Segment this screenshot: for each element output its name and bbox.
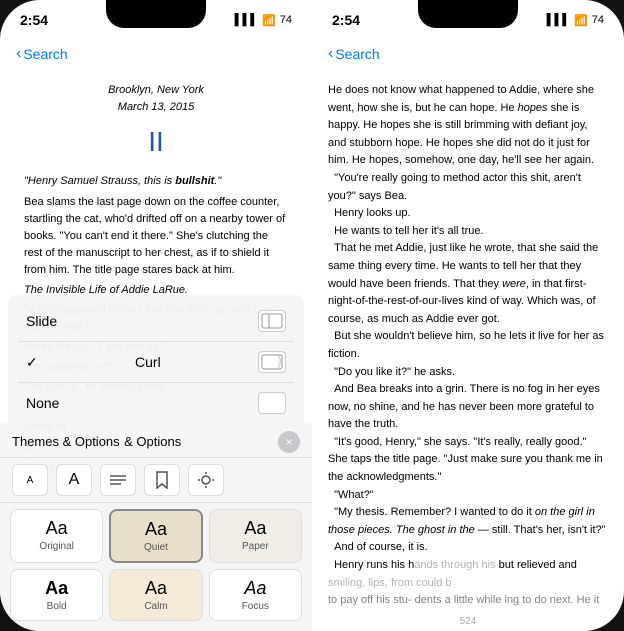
right-para-6: "Do you like it?" he asks. [328, 364, 608, 382]
theme-bold-sample: Aa [45, 578, 68, 599]
battery-right: 74 [592, 14, 604, 26]
themes-title: Themes & Options & Options [12, 433, 181, 451]
left-phone: 2:54 ▌▌▌ 📶 74 ‹ Search Brooklyn, New Yor… [0, 0, 312, 631]
back-chevron-right: ‹ [328, 45, 333, 63]
right-phone: 2:54 ▌▌▌ 📶 74 ‹ Search He does not know … [312, 0, 624, 631]
theme-bold[interactable]: Aa Bold [10, 569, 103, 621]
para-1: Bea slams the last page down on the coff… [24, 194, 288, 279]
back-label-right: Search [335, 46, 379, 62]
notch-right [418, 0, 518, 28]
right-para-0: He does not know what happened to Addie,… [328, 82, 608, 170]
theme-calm-sample: Aa [145, 578, 167, 599]
book-location: Brooklyn, New York [24, 82, 288, 99]
theme-quiet-label: Quiet [144, 542, 168, 553]
status-icons-right: ▌▌▌ 📶 74 [547, 14, 604, 27]
theme-focus[interactable]: Aa Focus [209, 569, 302, 621]
book-content-right: He does not know what happened to Addie,… [312, 72, 624, 612]
slide-option-slide[interactable]: Slide [18, 301, 294, 342]
right-para-1: "You're really going to method actor thi… [328, 170, 608, 205]
slide-icon [258, 310, 286, 332]
none-label: None [26, 395, 59, 411]
book-header: Brooklyn, New York March 13, 2015 II [24, 82, 288, 163]
bookmark-button[interactable] [144, 464, 180, 496]
large-a-label: A [69, 471, 80, 489]
signal-icon-right: ▌▌▌ [547, 14, 570, 26]
slide-option-none[interactable]: None [18, 383, 294, 423]
theme-quiet-sample: Aa [145, 519, 167, 540]
small-a-label: A [27, 475, 34, 486]
font-increase-button[interactable]: A [56, 464, 92, 496]
none-icon [258, 392, 286, 414]
theme-paper[interactable]: Aa Paper [209, 509, 302, 563]
nav-bar-right: ‹ Search [312, 36, 624, 72]
curl-label: Curl [135, 354, 161, 370]
themes-bar: Themes & Options & Options × [0, 423, 312, 457]
slide-label: Slide [26, 313, 57, 329]
chapter-number: II [24, 120, 288, 163]
close-button[interactable]: × [278, 431, 300, 453]
font-style-button[interactable] [100, 464, 136, 496]
back-label-left: Search [23, 46, 67, 62]
theme-original-sample: Aa [46, 518, 68, 539]
font-decrease-button[interactable]: A [12, 464, 48, 496]
right-para-8: "It's good, Henry," she says. "It's real… [328, 434, 608, 487]
book-date: March 13, 2015 [24, 99, 288, 116]
right-para-5: But she wouldn't believe him, so he lets… [328, 328, 608, 363]
slide-option-curl[interactable]: ✓ Curl [18, 342, 294, 383]
page-number: 524 [312, 612, 624, 631]
themes-label: Themes & Options [12, 434, 120, 449]
right-para-10: "My thesis. Remember? I wanted to do it … [328, 504, 608, 539]
right-para-7: And Bea breaks into a grin. There is no … [328, 381, 608, 434]
theme-calm-label: Calm [144, 601, 167, 612]
right-para-4: That he met Addie, just like he wrote, t… [328, 240, 608, 328]
options-label: Options [136, 434, 181, 449]
theme-original-label: Original [39, 541, 73, 552]
theme-original[interactable]: Aa Original [10, 509, 103, 563]
time-right: 2:54 [332, 12, 360, 28]
theme-paper-sample: Aa [244, 518, 266, 539]
notch [106, 0, 206, 28]
status-icons-left: ▌▌▌ 📶 74 [235, 14, 292, 27]
brightness-button[interactable] [188, 464, 224, 496]
right-para-13: to pay off his stu- dents a little while… [328, 592, 608, 612]
para-0: "Henry Samuel Strauss, this is bullshit.… [24, 173, 288, 190]
theme-bold-label: Bold [47, 601, 67, 612]
back-button-left[interactable]: ‹ Search [16, 45, 68, 63]
right-para-12: Henry runs his hands through his but rel… [328, 557, 608, 592]
back-button-right[interactable]: ‹ Search [328, 45, 380, 63]
right-para-9: "What?" [328, 487, 608, 505]
wifi-icon-right: 📶 [574, 14, 588, 27]
right-para-3: He wants to tell her it's all true. [328, 223, 608, 241]
right-para-11: And of course, it is. [328, 539, 608, 557]
curl-check: ✓ [26, 354, 38, 371]
slide-panel: Slide ✓ Curl None [8, 295, 304, 423]
nav-bar-left: ‹ Search [0, 36, 312, 72]
text-controls: A A [0, 457, 312, 502]
overlay-panel: Slide ✓ Curl None [0, 295, 312, 631]
curl-icon [258, 351, 286, 373]
slide-options: Slide ✓ Curl None [8, 301, 304, 423]
right-para-2: Henry looks up. [328, 205, 608, 223]
theme-paper-label: Paper [242, 541, 269, 552]
back-chevron-left: ‹ [16, 45, 21, 63]
theme-focus-label: Focus [242, 601, 269, 612]
battery-left: 74 [280, 14, 292, 26]
time-left: 2:54 [20, 12, 48, 28]
theme-focus-sample: Aa [244, 578, 266, 599]
theme-grid: Aa Original Aa Quiet Aa Paper Aa Bold Aa [0, 502, 312, 631]
signal-icon: ▌▌▌ [235, 14, 258, 26]
wifi-icon: 📶 [262, 14, 276, 27]
theme-calm[interactable]: Aa Calm [109, 569, 202, 621]
theme-quiet[interactable]: Aa Quiet [109, 509, 202, 563]
